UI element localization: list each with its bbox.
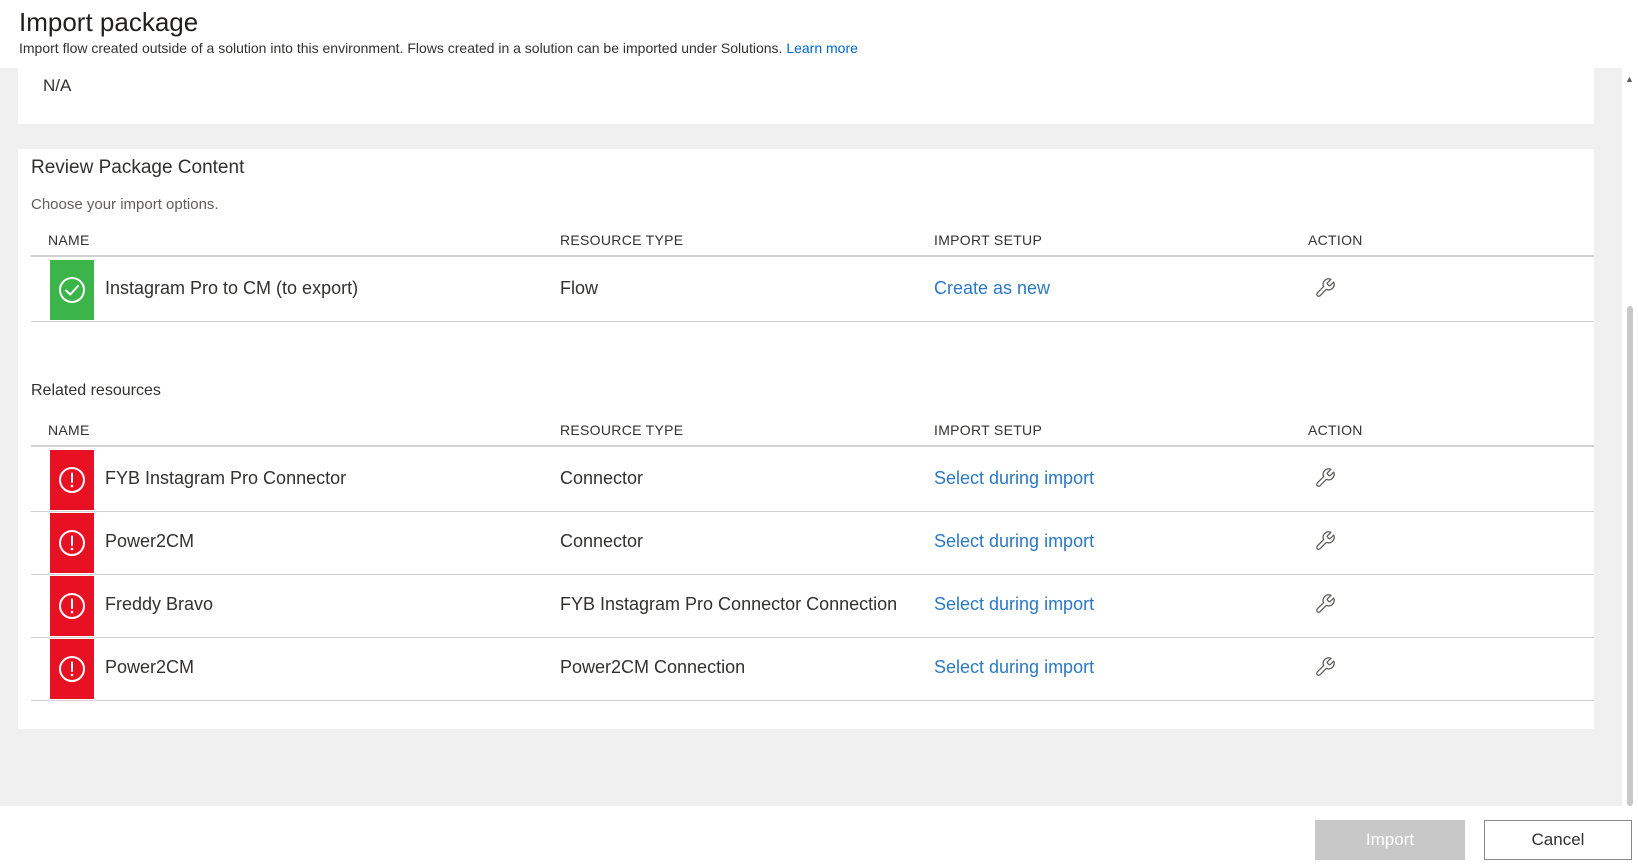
vertical-scrollbar[interactable]: ▲ (1622, 68, 1638, 806)
resource-type: FYB Instagram Pro Connector Connection (560, 594, 898, 614)
alert-circle-icon (59, 593, 85, 619)
section-title: Review Package Content (31, 157, 245, 178)
status-error (50, 576, 94, 636)
table-row: Instagram Pro to CM (to export) Flow Cre… (31, 259, 1594, 322)
resource-name: Power2CM (105, 657, 195, 677)
page-title: Import package (19, 7, 199, 37)
import-setup-link[interactable]: Select during import (934, 594, 1094, 615)
status-success (50, 260, 94, 320)
column-header-type: RESOURCE TYPE (560, 232, 684, 248)
resource-name: Instagram Pro to CM (to export) (105, 278, 359, 298)
resource-type: Connector (560, 531, 644, 551)
table-header: NAME RESOURCE TYPE IMPORT SETUP ACTION (31, 415, 1594, 447)
import-setup-link[interactable]: Select during import (934, 531, 1094, 552)
import-setup-link[interactable]: Select during import (934, 657, 1094, 678)
details-card: N/A (18, 68, 1594, 124)
cancel-button[interactable]: Cancel (1484, 820, 1632, 860)
table-header: NAME RESOURCE TYPE IMPORT SETUP ACTION (31, 225, 1594, 257)
column-header-name: NAME (48, 232, 90, 248)
panel-footer: Import Cancel (0, 806, 1638, 866)
related-resources-title: Related resources (31, 382, 161, 399)
column-header-setup: IMPORT SETUP (934, 232, 1043, 248)
resource-name: Power2CM (105, 531, 195, 551)
wrench-icon[interactable] (1312, 654, 1338, 680)
column-header-type: RESOURCE TYPE (560, 422, 684, 438)
learn-more-link[interactable]: Learn more (786, 40, 858, 56)
status-error (50, 450, 94, 510)
table-row: Power2CM Power2CM Connection Select duri… (31, 638, 1594, 701)
column-header-name: NAME (48, 422, 90, 438)
scroll-up-arrow-icon[interactable]: ▲ (1625, 74, 1634, 84)
table-row: FYB Instagram Pro Connector Connector Se… (31, 449, 1594, 512)
column-header-action: ACTION (1308, 232, 1363, 248)
subtitle-text: Import flow created outside of a solutio… (19, 40, 783, 56)
import-button[interactable]: Import (1315, 820, 1465, 860)
panel-header: Import package Import flow created outsi… (0, 0, 1638, 68)
wrench-icon[interactable] (1312, 275, 1338, 301)
import-setup-link[interactable]: Create as new (934, 278, 1050, 299)
content-scroll-area: N/A Review Package Content Choose your i… (0, 68, 1622, 806)
import-setup-link[interactable]: Select during import (934, 468, 1094, 489)
resource-type: Connector (560, 468, 644, 488)
section-description: Choose your import options. (31, 196, 219, 213)
wrench-icon[interactable] (1312, 465, 1338, 491)
page-subtitle: Import flow created outside of a solutio… (19, 40, 858, 56)
alert-circle-icon (59, 530, 85, 556)
column-header-action: ACTION (1308, 422, 1363, 438)
scrollbar-thumb[interactable] (1627, 306, 1633, 806)
alert-circle-icon (59, 467, 85, 493)
detail-value: N/A (43, 76, 72, 95)
wrench-icon[interactable] (1312, 528, 1338, 554)
resource-name: Freddy Bravo (105, 594, 214, 614)
status-error (50, 639, 94, 699)
column-header-setup: IMPORT SETUP (934, 422, 1043, 438)
wrench-icon[interactable] (1312, 591, 1338, 617)
table-row: Power2CM Connector Select during import (31, 512, 1594, 575)
check-circle-icon (59, 277, 85, 303)
alert-circle-icon (59, 656, 85, 682)
status-error (50, 513, 94, 573)
resource-name: FYB Instagram Pro Connector (105, 468, 347, 488)
resource-type: Power2CM Connection (560, 657, 746, 677)
review-package-card: Review Package Content Choose your impor… (18, 149, 1594, 729)
resource-type: Flow (560, 278, 599, 298)
table-row: Freddy Bravo FYB Instagram Pro Connector… (31, 575, 1594, 638)
